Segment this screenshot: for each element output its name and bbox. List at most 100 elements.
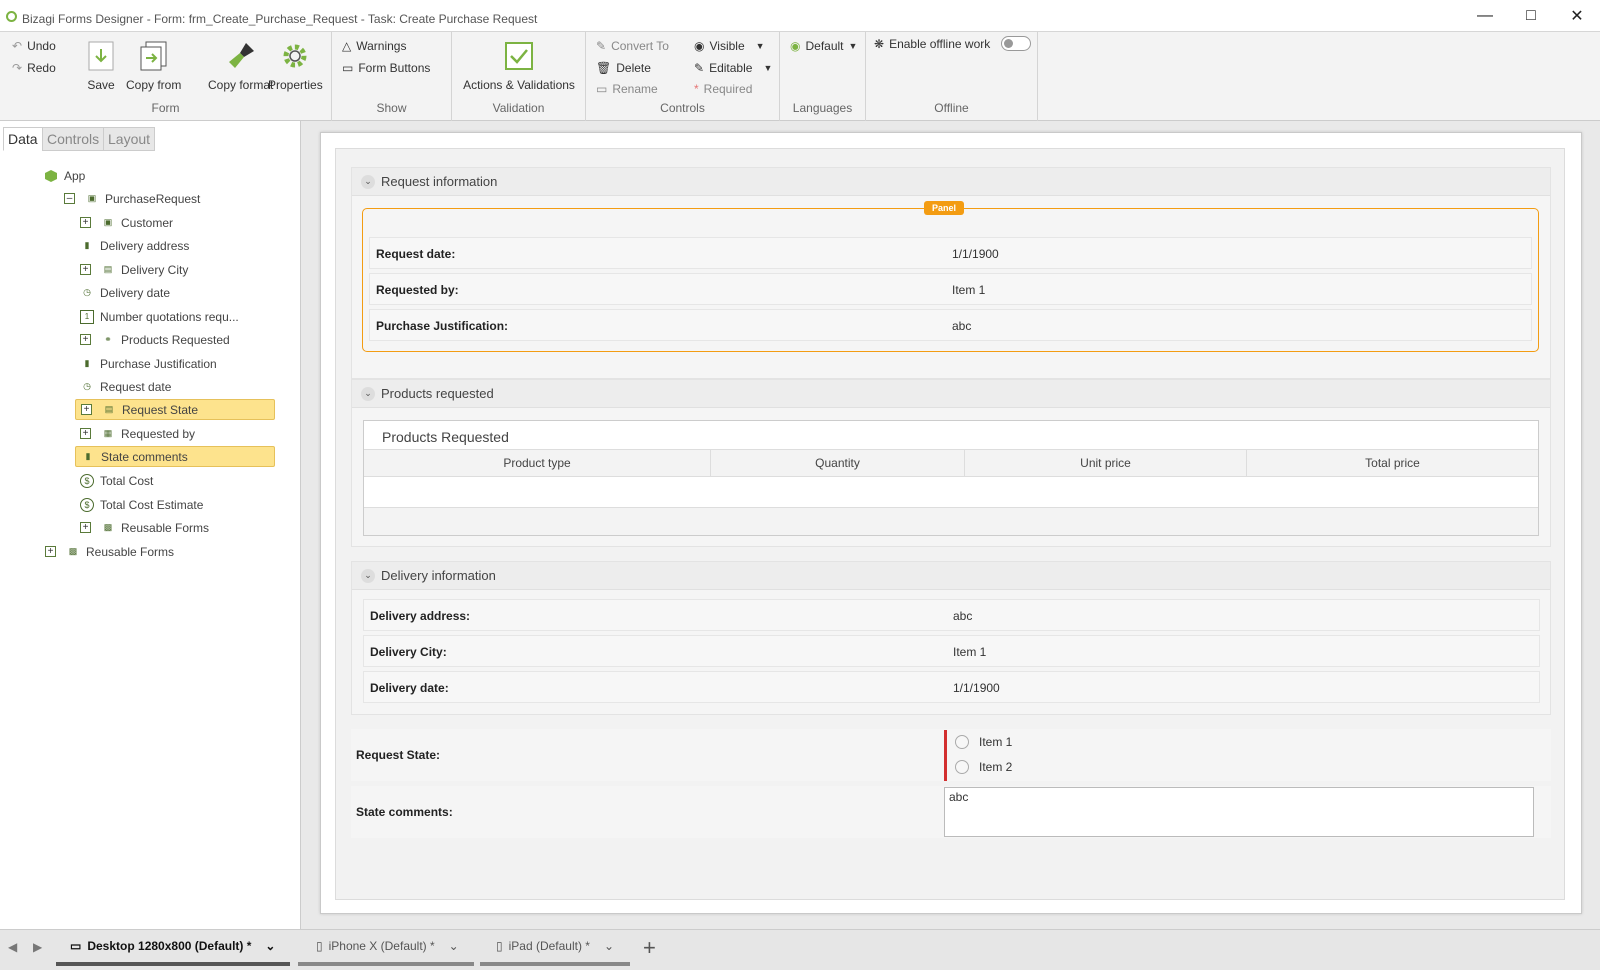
expand-icon[interactable]: +	[45, 546, 56, 557]
field-delivery-city[interactable]: Delivery City: Item 1	[363, 635, 1540, 667]
tab-controls[interactable]: Controls	[42, 127, 105, 151]
tree-node-app[interactable]: App	[44, 165, 85, 186]
expand-icon[interactable]: +	[80, 264, 91, 275]
tree-node-customer[interactable]: + ▣ Customer	[80, 212, 173, 233]
tree-node-purchaserequest[interactable]: – ▣ PurchaseRequest	[64, 188, 200, 209]
panel-container[interactable]: Panel Request date: 1/1/1900 Requested b…	[362, 201, 1539, 352]
form-buttons-button[interactable]: ▭ Form Buttons	[342, 61, 430, 75]
tree-node-delivery-address[interactable]: ▮ Delivery address	[80, 235, 190, 256]
editable-dropdown[interactable]: ✎ Editable ▼	[694, 61, 772, 75]
text-field-icon: ▮	[85, 451, 91, 461]
data-tree-panel: Data Controls Layout App – ▣ PurchaseReq…	[0, 121, 301, 929]
delete-button[interactable]: 🗑 Delete	[596, 61, 651, 75]
section-header[interactable]: ⌄ Products requested	[352, 380, 1550, 408]
field-purchase-justification[interactable]: Purchase Justification: abc	[369, 309, 1532, 341]
grid-column-header[interactable]: Product type	[364, 449, 711, 477]
chevron-down-icon[interactable]: ⌄	[604, 939, 614, 953]
calendar-icon: ◷	[83, 381, 91, 391]
minimize-button[interactable]: —	[1462, 0, 1508, 32]
warnings-button[interactable]: △ Warnings	[342, 39, 406, 53]
expand-icon[interactable]: +	[80, 428, 91, 439]
section-delivery-information[interactable]: ⌄ Delivery information Delivery address:…	[351, 561, 1551, 715]
device-tab-ipad[interactable]: ▯ iPad (Default) * ⌄	[480, 930, 630, 966]
visible-dropdown[interactable]: ◉ Visible ▼	[694, 39, 765, 53]
section-products-requested[interactable]: ⌄ Products requested Products Requested …	[351, 379, 1551, 547]
device-tab-desktop[interactable]: ▭ Desktop 1280x800 (Default) * ⌄	[56, 930, 290, 966]
language-dropdown[interactable]: ◉ Default ▼	[790, 39, 857, 53]
user-entity-icon: ▦	[103, 428, 113, 438]
section-header[interactable]: ⌄ Delivery information	[352, 562, 1550, 590]
entity-icon: ▣	[103, 217, 113, 227]
required-button[interactable]: * Required	[694, 82, 752, 96]
close-button[interactable]: ✕	[1554, 0, 1600, 32]
app-logo-icon	[6, 11, 17, 22]
tree-node-delivery-city[interactable]: + ▤ Delivery City	[80, 259, 188, 280]
tree-node-products-requested[interactable]: + ⚭ Products Requested	[80, 329, 230, 350]
save-button[interactable]: Save	[84, 38, 118, 92]
field-requested-by[interactable]: Requested by: Item 1	[369, 273, 1532, 305]
tab-data[interactable]: Data	[3, 127, 43, 151]
tree-node-state-comments[interactable]: ▮ State comments	[75, 446, 275, 467]
tree-node-reusable-forms[interactable]: + ▩ Reusable Forms	[45, 541, 174, 562]
properties-button[interactable]: Properties	[268, 38, 323, 92]
tree-node-request-state[interactable]: + ▤ Request State	[75, 399, 275, 420]
undo-button[interactable]: ↶ Undo	[12, 39, 56, 53]
grid-column-header[interactable]: Total price	[1247, 449, 1538, 477]
group-label-show: Show	[376, 101, 407, 115]
collapse-icon[interactable]: –	[64, 193, 75, 204]
chevron-down-icon[interactable]: ⌄	[265, 939, 275, 953]
enable-offline-toggle[interactable]: ❋ Enable offline work	[874, 36, 1032, 51]
group-label-controls: Controls	[660, 101, 705, 115]
field-delivery-address[interactable]: Delivery address: abc	[363, 599, 1540, 631]
radio-button-icon[interactable]	[955, 735, 969, 749]
chevron-right-icon[interactable]: ▶	[33, 940, 42, 954]
maximize-button[interactable]: □	[1508, 0, 1554, 32]
form-container: ⌄ Request information Panel Request date…	[335, 148, 1565, 900]
chevron-down-icon[interactable]: ⌄	[449, 939, 459, 953]
radio-option-item-2[interactable]: Item 2	[955, 760, 1012, 774]
grid-column-header[interactable]: Unit price	[965, 449, 1247, 477]
copy-from-button[interactable]: Copy from	[126, 38, 181, 92]
state-comments-textarea[interactable]: abc	[944, 787, 1534, 837]
ribbon: ↶ Undo ↷ Redo Save Copy from Copy format	[0, 32, 1600, 121]
tree-node-number-quotations[interactable]: 1 Number quotations requ...	[80, 306, 239, 327]
expand-icon[interactable]: +	[80, 522, 91, 533]
radio-option-item-1[interactable]: Item 1	[955, 735, 1012, 749]
field-request-date[interactable]: Request date: 1/1/1900	[369, 237, 1532, 269]
tree-node-reusable-forms-child[interactable]: + ▩ Reusable Forms	[80, 517, 209, 538]
tree-node-total-cost-estimate[interactable]: $ Total Cost Estimate	[80, 494, 203, 515]
field-state-comments[interactable]: State comments: abc	[351, 786, 1551, 838]
field-request-state[interactable]: Request State: Item 1 Item 2	[351, 729, 1551, 781]
request-state-label: Request State:	[356, 748, 441, 762]
radio-button-icon[interactable]	[955, 760, 969, 774]
expand-icon[interactable]: +	[81, 404, 92, 415]
tree-node-requested-by[interactable]: + ▦ Requested by	[80, 423, 195, 444]
products-grid[interactable]: Products Requested Product type Quantity…	[363, 420, 1539, 536]
chevron-down-icon[interactable]: ⌄	[361, 386, 375, 401]
add-device-icon[interactable]: +	[643, 935, 656, 961]
chevron-left-icon[interactable]: ◀	[8, 940, 17, 954]
actions-validations-button[interactable]: Actions & Validations	[462, 38, 576, 92]
convert-to-button[interactable]: ✎ Convert To	[596, 39, 669, 53]
toggle-switch[interactable]	[1001, 36, 1032, 51]
tab-layout[interactable]: Layout	[103, 127, 156, 151]
tree-node-request-date[interactable]: ◷ Request date	[80, 376, 171, 397]
tree-node-total-cost[interactable]: $ Total Cost	[80, 470, 153, 491]
expand-icon[interactable]: +	[80, 217, 91, 228]
tree-node-delivery-date[interactable]: ◷ Delivery date	[80, 282, 170, 303]
panel-badge: Panel	[924, 201, 965, 215]
paintbrush-icon	[224, 38, 258, 74]
chevron-down-icon[interactable]: ⌄	[361, 568, 375, 583]
tree-node-purchase-justification[interactable]: ▮ Purchase Justification	[80, 353, 217, 374]
copy-format-button[interactable]: Copy format	[208, 38, 273, 92]
redo-button[interactable]: ↷ Redo	[12, 61, 56, 75]
section-request-information[interactable]: ⌄ Request information Panel Request date…	[351, 167, 1551, 379]
text-field-icon: ▮	[84, 240, 90, 250]
chevron-down-icon[interactable]: ⌄	[361, 174, 375, 189]
section-header[interactable]: ⌄ Request information	[352, 168, 1550, 196]
grid-column-header[interactable]: Quantity	[711, 449, 965, 477]
rename-button[interactable]: ▭ Rename	[596, 82, 658, 96]
field-delivery-date[interactable]: Delivery date: 1/1/1900	[363, 671, 1540, 703]
expand-icon[interactable]: +	[80, 334, 91, 345]
device-tab-iphone[interactable]: ▯ iPhone X (Default) * ⌄	[298, 930, 474, 966]
